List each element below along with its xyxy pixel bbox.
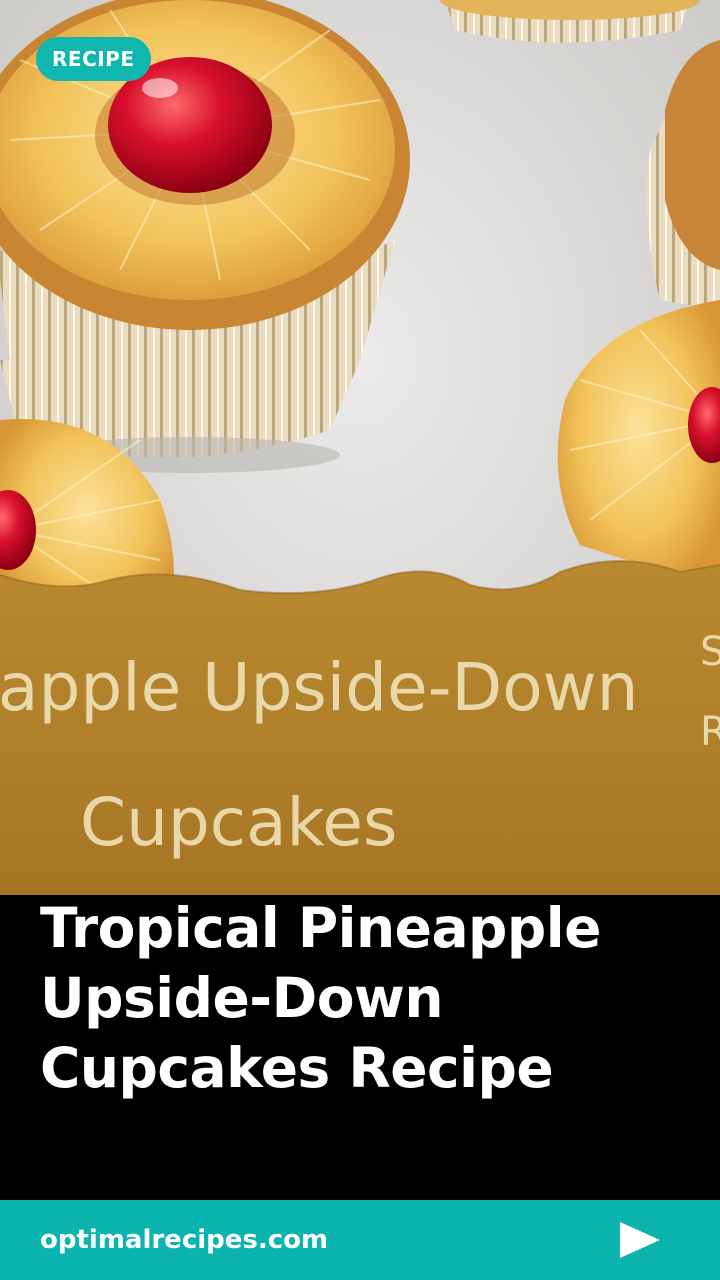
banner-text-line-1: apple Upside-Down bbox=[0, 649, 638, 726]
banner-text-edge-1: S bbox=[700, 629, 720, 675]
story-title: Tropical Pineapple Upside-Down Cupcakes … bbox=[40, 893, 680, 1103]
recipe-badge: RECIPE bbox=[36, 37, 151, 81]
story-title-line-1: Tropical Pineapple bbox=[40, 896, 601, 960]
footer-bar[interactable]: optimalrecipes.com bbox=[0, 1200, 720, 1280]
cupcakes-photo: apple Upside-Down Cupcakes S R bbox=[0, 0, 720, 895]
play-arrow-icon[interactable] bbox=[618, 1220, 662, 1260]
story-title-line-2: Upside-Down bbox=[40, 966, 444, 1030]
banner-text-line-2: Cupcakes bbox=[80, 784, 397, 861]
story-title-line-3: Cupcakes Recipe bbox=[40, 1036, 554, 1100]
site-link[interactable]: optimalrecipes.com bbox=[40, 1200, 328, 1280]
banner-text-edge-2: R bbox=[700, 709, 720, 755]
hero-image: apple Upside-Down Cupcakes S R bbox=[0, 0, 720, 895]
